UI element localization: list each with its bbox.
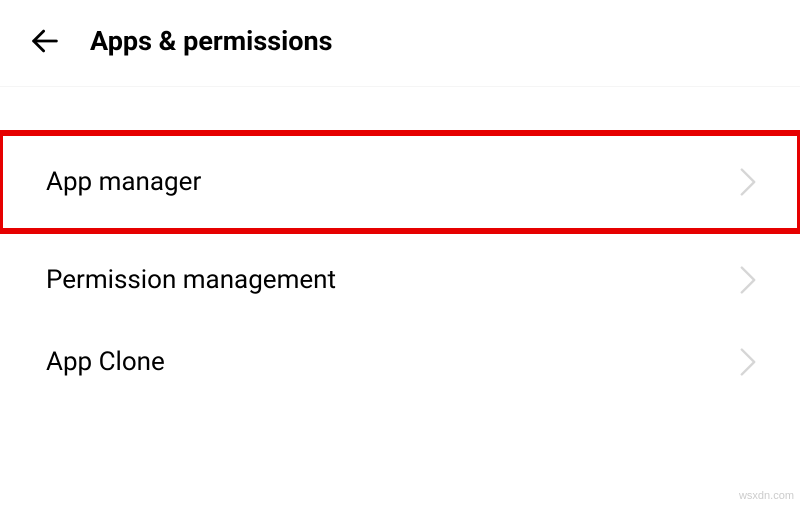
chevron-right-icon — [740, 266, 756, 294]
chevron-right-icon — [740, 168, 756, 196]
list-item-permission-management[interactable]: Permission management — [0, 239, 800, 321]
page-title: Apps & permissions — [90, 25, 332, 57]
list-item-label: Permission management — [46, 265, 336, 295]
header: Apps & permissions — [0, 0, 800, 87]
watermark: wsxdn.com — [739, 490, 794, 502]
back-button[interactable] — [28, 24, 62, 58]
list-item-app-clone[interactable]: App Clone — [0, 321, 800, 403]
chevron-right-icon — [740, 348, 756, 376]
list-item-app-manager[interactable]: App manager — [0, 133, 800, 231]
back-arrow-icon — [28, 24, 62, 58]
settings-list: App manager Permission management App Cl… — [0, 87, 800, 403]
list-item-label: App Clone — [46, 347, 165, 377]
list-item-label: App manager — [46, 167, 201, 197]
